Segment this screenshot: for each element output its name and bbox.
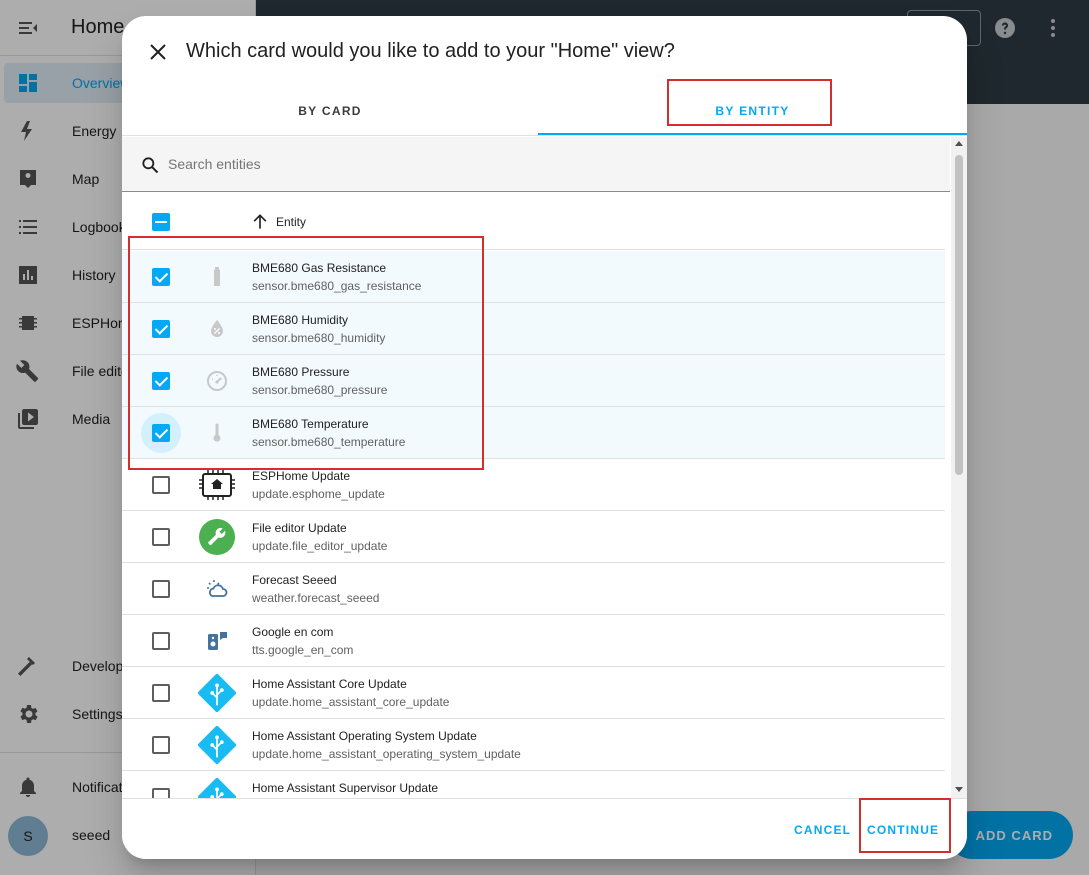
search-input[interactable]: [168, 153, 768, 175]
row-checkbox[interactable]: [152, 736, 170, 754]
row-checkbox[interactable]: [152, 632, 170, 650]
scrollbar[interactable]: [951, 137, 967, 798]
entity-name: Google en com: [252, 625, 334, 639]
scroll-up-arrow-icon[interactable]: [955, 141, 963, 146]
table-row[interactable]: BME680 Temperature sensor.bme680_tempera…: [122, 407, 945, 459]
esphome-icon: [198, 466, 236, 504]
row-checkbox[interactable]: [152, 372, 170, 390]
sort-ascending-icon[interactable]: [250, 212, 270, 232]
add-card-dialog: Which card would you like to add to your…: [122, 16, 967, 859]
home-assistant-icon: [198, 726, 236, 764]
gauge-icon: [198, 362, 236, 400]
row-checkbox[interactable]: [152, 476, 170, 494]
entity-name: Home Assistant Supervisor Update: [252, 781, 439, 795]
entity-id: update.esphome_update: [252, 487, 385, 501]
cancel-button[interactable]: CANCEL: [794, 823, 851, 837]
entity-name: Home Assistant Operating System Update: [252, 729, 477, 743]
entity-id: sensor.bme680_humidity: [252, 331, 386, 345]
speaker-message-icon: [198, 622, 236, 660]
row-checkbox[interactable]: [152, 268, 170, 286]
row-checkbox[interactable]: [152, 684, 170, 702]
row-checkbox[interactable]: [152, 788, 170, 798]
table-row[interactable]: Home Assistant Core Update update.home_a…: [122, 667, 945, 719]
entity-id: sensor.bme680_gas_resistance: [252, 279, 422, 293]
row-checkbox[interactable]: [152, 424, 170, 442]
row-checkbox[interactable]: [152, 580, 170, 598]
thermometer-icon: [198, 414, 236, 452]
entity-name: BME680 Humidity: [252, 313, 349, 327]
entity-id: update.home_assistant_operating_system_u…: [252, 747, 521, 761]
home-assistant-icon: [198, 674, 236, 712]
file-editor-icon: [198, 518, 236, 556]
continue-button[interactable]: CONTINUE: [867, 823, 939, 837]
entity-name: File editor Update: [252, 521, 347, 535]
table-row[interactable]: ESPHome Update update.esphome_update: [122, 459, 945, 511]
row-checkbox[interactable]: [152, 320, 170, 338]
weather-partly-cloudy-icon: [198, 570, 236, 608]
search-icon: [142, 157, 159, 174]
dialog-footer: CANCEL CONTINUE: [122, 798, 967, 859]
scrollbar-thumb[interactable]: [955, 155, 963, 475]
table-row[interactable]: Home Assistant Operating System Update u…: [122, 719, 945, 771]
table-row[interactable]: Forecast Seeed weather.forecast_seeed: [122, 563, 945, 615]
gas-cylinder-icon: [198, 258, 236, 296]
entity-list: BME680 Gas Resistance sensor.bme680_gas_…: [122, 251, 945, 798]
tab-by-card[interactable]: BY CARD: [122, 86, 538, 136]
entity-id: tts.google_en_com: [252, 643, 354, 657]
entity-id: sensor.bme680_pressure: [252, 383, 388, 397]
entity-name: Forecast Seeed: [252, 573, 337, 587]
row-checkbox[interactable]: [152, 528, 170, 546]
home-assistant-icon: [198, 778, 236, 798]
column-header-entity[interactable]: Entity: [276, 215, 306, 229]
dialog-title: Which card would you like to add to your…: [186, 40, 675, 62]
table-row[interactable]: File editor Update update.file_editor_up…: [122, 511, 945, 563]
water-percent-icon: [198, 310, 236, 348]
entity-name: Home Assistant Core Update: [252, 677, 407, 691]
table-row[interactable]: BME680 Gas Resistance sensor.bme680_gas_…: [122, 251, 945, 303]
entity-name: BME680 Gas Resistance: [252, 261, 387, 275]
table-row[interactable]: Home Assistant Supervisor Update: [122, 771, 945, 798]
entity-name: ESPHome Update: [252, 469, 351, 483]
tab-by-entity[interactable]: BY ENTITY: [538, 86, 967, 136]
table-header: Entity: [122, 196, 945, 250]
table-row[interactable]: BME680 Pressure sensor.bme680_pressure: [122, 355, 945, 407]
entity-id: update.home_assistant_core_update: [252, 695, 450, 709]
tab-divider: [122, 135, 967, 136]
table-row[interactable]: BME680 Humidity sensor.bme680_humidity: [122, 303, 945, 355]
select-all-checkbox[interactable]: [152, 213, 170, 231]
scroll-down-arrow-icon[interactable]: [955, 787, 963, 792]
close-icon[interactable]: [146, 40, 170, 64]
search-bar: [122, 137, 950, 192]
entity-id: update.file_editor_update: [252, 539, 388, 553]
table-row[interactable]: Google en com tts.google_en_com: [122, 615, 945, 667]
entity-name: BME680 Pressure: [252, 365, 350, 379]
entity-id: weather.forecast_seeed: [252, 591, 380, 605]
entity-id: sensor.bme680_temperature: [252, 435, 406, 449]
entity-name: BME680 Temperature: [252, 417, 369, 431]
